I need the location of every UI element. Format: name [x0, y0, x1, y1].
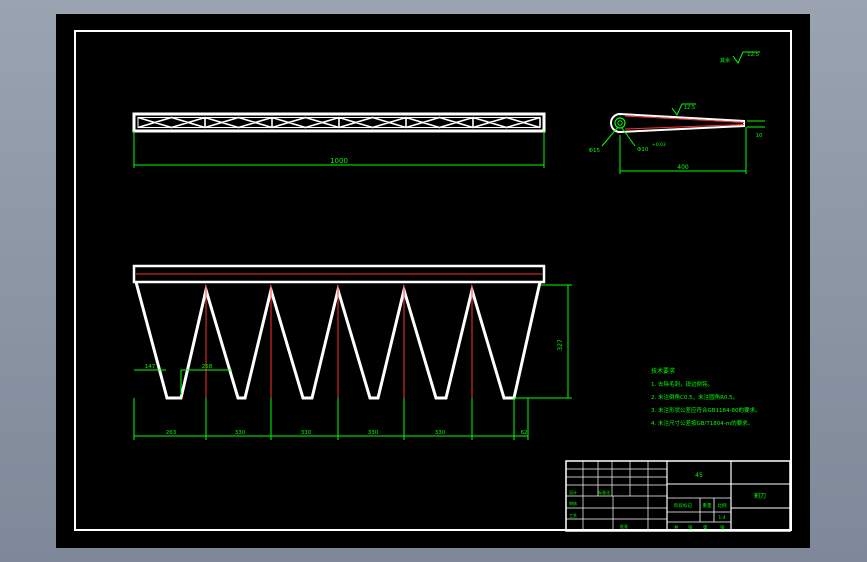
tb-sheet-no-of-label: 张 [720, 524, 725, 531]
top-view-length-dim: 1000 [330, 157, 348, 165]
tb-stage-label: 阶段标记 [674, 502, 692, 509]
tb-standard-label: 标准化 [598, 489, 610, 495]
tech-note-1: 1. 去除毛刺，锐边倒钝。 [651, 380, 713, 388]
tb-sheet-no-label: 第 [703, 524, 708, 531]
tb-process-label: 工艺 [569, 513, 577, 518]
tooth-top-dim: 147 [145, 364, 156, 370]
tech-note-4: 4. 未注尺寸公差按GB/T1804-m的要求。 [651, 419, 753, 427]
tb-scale-label: 比例 [718, 502, 727, 509]
tb-reviewer-label: 审核 [569, 500, 577, 506]
surface-mark-mid-value: 12.5 [684, 105, 695, 111]
cad-drawing-canvas: 1000 400 10 Φ15 Φ10 +0.03 12.5 12.5 其余 3… [56, 14, 810, 548]
pitch-dim-3: 330 [301, 430, 312, 436]
pitch-dim-1: 263 [166, 430, 177, 436]
hole-fit-dim: Φ10 [637, 147, 649, 153]
tech-notes-title: 技术要求 [651, 367, 675, 375]
pitch-dim-4: 330 [368, 430, 379, 436]
end-dim: 62 [521, 430, 528, 436]
surface-mark-top-value: 12.5 [747, 52, 760, 58]
tb-part-name: 割刀 [754, 492, 766, 500]
tb-designer-label: 设计 [569, 489, 577, 495]
tb-weight-label: 重量 [703, 502, 712, 509]
tb-approve-label: 批准 [620, 523, 628, 529]
pitch-dim-2: 330 [235, 430, 246, 436]
tooth-bottom-dim: 258 [202, 364, 213, 370]
blade-length-dim: 400 [677, 164, 689, 171]
tb-material: 45 [695, 472, 703, 479]
tb-scale-value: 1:4 [718, 515, 725, 521]
hole-dim: Φ15 [589, 148, 601, 154]
hole-tolerance: +0.03 [652, 142, 666, 148]
front-height-dim: 327 [557, 339, 564, 351]
tech-note-2: 2. 未注倒角C0.5，未注圆角R0.5。 [651, 393, 738, 401]
thickness-dim: 10 [756, 133, 763, 139]
tb-sheet-label: 共 [674, 524, 679, 531]
tech-note-3: 3. 未注形状公差应符合GB1184-80的要求。 [651, 406, 761, 414]
surface-mark-others-label: 其余 [720, 57, 730, 64]
tb-sheet-of-label: 张 [688, 524, 693, 531]
pitch-dim-5: 330 [435, 430, 446, 436]
